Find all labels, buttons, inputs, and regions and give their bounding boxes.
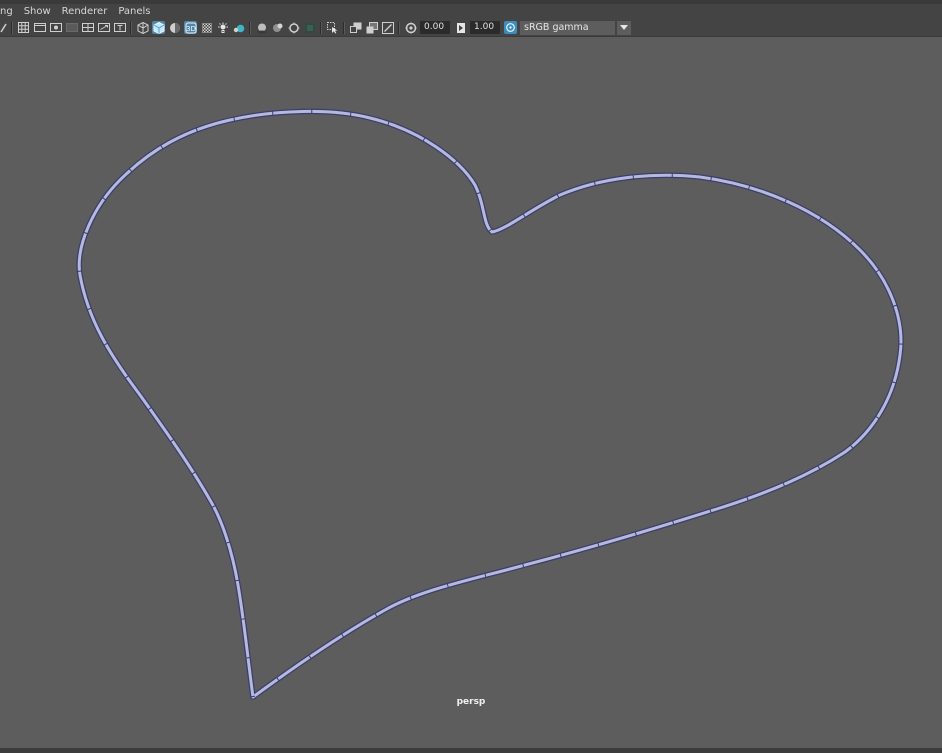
heart-curve-canvas: [76, 108, 904, 700]
svg-text:3D: 3D: [186, 25, 196, 33]
select-camera-icon[interactable]: [0, 21, 8, 34]
exposure-icon[interactable]: [404, 21, 417, 34]
shadows-icon[interactable]: [216, 21, 229, 34]
isolate-select-icon[interactable]: [303, 21, 316, 34]
menu-panels[interactable]: Panels: [112, 6, 155, 17]
antialiasing-icon[interactable]: [271, 21, 284, 34]
depth-of-field-icon[interactable]: [287, 21, 300, 34]
menu-renderer[interactable]: Renderer: [56, 6, 113, 17]
toolbar-separator: [343, 21, 345, 34]
backface-icon[interactable]: [365, 21, 378, 34]
wireframe-icon[interactable]: [136, 21, 149, 34]
toolbar-separator: [320, 21, 322, 34]
toolbar-separator: [249, 21, 251, 34]
gamma-field[interactable]: 1.00: [470, 21, 500, 34]
use-all-lights-icon[interactable]: [200, 21, 213, 34]
screen-space-ao-icon[interactable]: [232, 21, 245, 34]
chevron-down-icon[interactable]: [617, 20, 631, 35]
color-space-dropdown[interactable]: sRGB gamma: [520, 20, 615, 35]
default-material-icon[interactable]: [168, 21, 181, 34]
gate-mask-icon[interactable]: [65, 21, 78, 34]
toolbar-separator: [130, 21, 132, 34]
3d-viewport[interactable]: [0, 37, 942, 748]
xray-active-icon[interactable]: [349, 21, 362, 34]
gamma-icon[interactable]: [454, 21, 467, 34]
toolbar-separator: [11, 21, 13, 34]
field-chart-icon[interactable]: [81, 21, 94, 34]
grid-icon[interactable]: [17, 21, 30, 34]
maya-viewport-panel: ng Show Renderer Panels 3D 0.00 1.00 sRG…: [0, 0, 942, 753]
exposure-field[interactable]: 0.00: [420, 21, 450, 34]
resolution-gate-icon[interactable]: [49, 21, 62, 34]
xray-icon[interactable]: [326, 21, 339, 34]
toolbar-separator: [398, 21, 400, 34]
heart-nurbs-curve[interactable]: [76, 108, 904, 700]
xray-joints-icon[interactable]: 3D: [184, 21, 197, 34]
frame-selected-icon[interactable]: [381, 21, 394, 34]
safe-action-icon[interactable]: [97, 21, 110, 34]
smooth-shade-icon[interactable]: [152, 21, 165, 34]
menu-lighting[interactable]: ng: [0, 6, 18, 17]
motion-blur-icon[interactable]: [255, 21, 268, 34]
panel-bottom-border: [0, 748, 942, 753]
menu-show[interactable]: Show: [18, 6, 56, 17]
color-management-icon[interactable]: [504, 21, 517, 34]
panel-menubar: ng Show Renderer Panels: [0, 4, 942, 19]
safe-title-icon[interactable]: [113, 21, 126, 34]
panel-toolbar: 3D 0.00 1.00 sRGB gamma: [0, 19, 942, 37]
film-gate-icon[interactable]: [33, 21, 46, 34]
